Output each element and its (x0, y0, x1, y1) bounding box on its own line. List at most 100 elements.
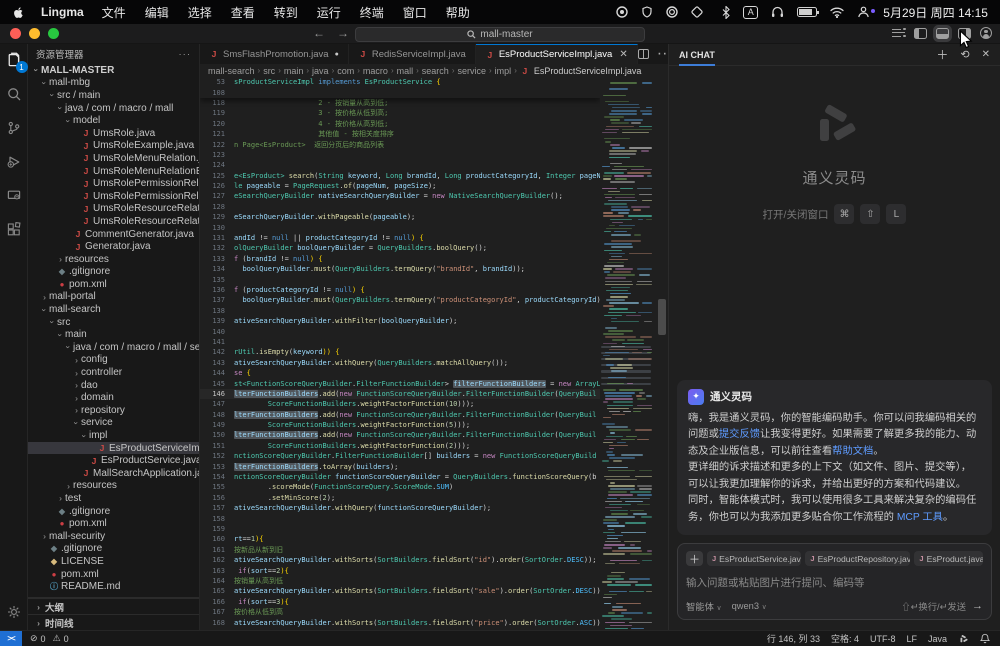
breadcrumb-file[interactable]: JEsProductServiceImpl.java (520, 66, 642, 76)
tab-SmsFlashPromotion.java[interactable]: JSmsFlashPromotion.java● (200, 44, 349, 64)
close-tab-icon[interactable]: ✕ (619, 49, 627, 60)
send-button[interactable]: → (972, 600, 983, 612)
source-control-icon[interactable] (4, 118, 24, 138)
scrollbar-thumb[interactable] (658, 299, 666, 335)
chat-link[interactable]: MCP 工具 (897, 512, 943, 523)
chat-history-icon[interactable]: ⟲ (960, 48, 969, 61)
tree-item-MallSearchApplication.java[interactable]: JMallSearchApplication.java (28, 467, 199, 480)
breadcrumb-item[interactable]: mall-search (208, 66, 255, 76)
breadcrumb-item[interactable]: main (284, 66, 304, 76)
command-center-search[interactable]: mall-master (355, 27, 645, 42)
breadcrumb-item[interactable]: mall (397, 66, 414, 76)
tree-item-domain[interactable]: ›domain (28, 391, 199, 404)
tree-item-impl[interactable]: ›impl (28, 429, 199, 442)
tree-item-UmsRoleResourceRelationExample.j...[interactable]: JUmsRoleResourceRelationExample.j... (28, 215, 199, 228)
tree-item-java---com---macro---mall---search[interactable]: ›java / com / macro / mall / search (28, 341, 199, 354)
new-chat-icon[interactable]: ＋ (936, 46, 948, 63)
language-mode[interactable]: Java (928, 634, 947, 644)
apple-logo-icon[interactable] (12, 6, 25, 19)
tree-item-pom.xml[interactable]: ●pom.xml (28, 278, 199, 291)
tree-item-controller[interactable]: ›controller (28, 366, 199, 379)
tree-item-mall-portal[interactable]: ›mall-portal (28, 291, 199, 304)
tree-item-.gitignore[interactable]: ◆.gitignore (28, 266, 199, 279)
context-chip-EsProductService.java[interactable]: JEsProductService.java (707, 551, 801, 566)
tree-item-mall-mbg[interactable]: ›mall-mbg (28, 77, 199, 90)
search-view-icon[interactable] (4, 84, 24, 104)
breadcrumb[interactable]: mall-search›src›main›java›com›macro›mall… (200, 64, 668, 77)
ai-chat-tab[interactable]: AI CHAT (679, 50, 715, 66)
tree-item-LICENSE[interactable]: ◆LICENSE (28, 555, 199, 568)
tree-item-resources[interactable]: ›resources (28, 253, 199, 266)
wifi-icon[interactable] (830, 7, 844, 18)
headphones-icon[interactable] (771, 6, 784, 18)
menu-查看[interactable]: 查看 (231, 6, 255, 20)
tab-EsProductServiceImpl.java[interactable]: JEsProductServiceImpl.java✕ (476, 44, 638, 64)
breadcrumb-item[interactable]: macro (363, 66, 388, 76)
tree-item-resources[interactable]: ›resources (28, 480, 199, 493)
remote-explorer-icon[interactable] (4, 186, 24, 206)
menu-运行[interactable]: 运行 (317, 6, 341, 20)
breadcrumb-item[interactable]: service (457, 66, 486, 76)
user-switch-icon[interactable] (857, 6, 870, 18)
chat-input-box[interactable]: ＋ JEsProductService.javaJEsProductReposi… (677, 543, 992, 620)
tree-item-README.md[interactable]: ⓘREADME.md (28, 580, 199, 593)
menu-选择[interactable]: 选择 (188, 6, 212, 20)
menu-编辑[interactable]: 编辑 (145, 6, 169, 20)
tree-item-java---com---macro---mall[interactable]: ›java / com / macro / mall (28, 102, 199, 115)
tree-item-pom.xml[interactable]: ●pom.xml (28, 568, 199, 581)
code-editor[interactable]: 53sProductServiceImpl implements EsProdu… (200, 77, 600, 630)
minimap[interactable] (600, 77, 656, 630)
breadcrumb-item[interactable]: impl (495, 66, 512, 76)
menu-终端[interactable]: 终端 (360, 6, 384, 20)
encoding-setting[interactable]: UTF-8 (870, 634, 896, 644)
bluetooth-icon[interactable] (722, 6, 730, 19)
close-window-button[interactable] (10, 28, 21, 39)
explorer-more-actions-icon[interactable]: ··· (179, 49, 192, 60)
camera-status-icon[interactable] (666, 6, 678, 18)
shield-status-icon[interactable] (641, 6, 653, 18)
customize-layout-icon[interactable] (892, 28, 905, 39)
menubar-app-name[interactable]: Lingma (41, 5, 84, 19)
tree-item-.gitignore[interactable]: ◆.gitignore (28, 543, 199, 556)
tree-item-UmsRole.java[interactable]: JUmsRole.java (28, 127, 199, 140)
tree-item-UmsRoleExample.java[interactable]: JUmsRoleExample.java (28, 140, 199, 153)
tree-item-src[interactable]: ›src (28, 316, 199, 329)
tree-item-pom.xml[interactable]: ●pom.xml (28, 517, 199, 530)
problems-indicator[interactable]: ⊘0 ⚠0 (30, 633, 69, 644)
tree-item-UmsRoleMenuRelationExample.java[interactable]: JUmsRoleMenuRelationExample.java (28, 165, 199, 178)
chat-input-placeholder[interactable]: 输入问题或粘贴图片进行提问、编码等 (686, 575, 983, 590)
chat-link[interactable]: 帮助文档 (832, 446, 873, 457)
explorer-icon[interactable]: 1 (4, 50, 24, 70)
tree-item-src---main[interactable]: ›src / main (28, 89, 199, 102)
agent-mode-dropdown[interactable]: 智能体 ∨ (686, 599, 722, 613)
tree-item-main[interactable]: ›main (28, 328, 199, 341)
context-chip-EsProduct.java[interactable]: JEsProduct.java (914, 551, 983, 566)
toggle-secondary-sidebar-icon[interactable] (958, 28, 971, 39)
battery-icon[interactable] (797, 7, 817, 17)
breadcrumb-item[interactable]: search (422, 66, 449, 76)
breadcrumb-item[interactable]: src (263, 66, 275, 76)
breadcrumb-item[interactable]: com (337, 66, 354, 76)
indentation-setting[interactable]: 空格: 4 (831, 632, 859, 645)
zoom-window-button[interactable] (48, 28, 59, 39)
menubar-clock[interactable]: 5月29日 周四 14:15 (883, 4, 988, 21)
tree-item-model[interactable]: ›model (28, 114, 199, 127)
split-editor-icon[interactable] (638, 49, 649, 59)
breadcrumb-item[interactable]: java (312, 66, 329, 76)
screen-record-status-icon[interactable] (616, 6, 628, 18)
navigate-back-button[interactable]: ← (313, 26, 325, 40)
tree-item-config[interactable]: ›config (28, 354, 199, 367)
cursor-position[interactable]: 行 146, 列 33 (767, 632, 820, 645)
tab-RedisServiceImpl.java[interactable]: JRedisServiceImpl.java (349, 44, 476, 64)
tree-item-service[interactable]: ›service (28, 417, 199, 430)
toggle-primary-sidebar-icon[interactable] (914, 28, 927, 39)
menu-帮助[interactable]: 帮助 (446, 6, 470, 20)
model-dropdown[interactable]: qwen3 ∨ (732, 601, 767, 611)
add-context-button[interactable]: ＋ (686, 551, 703, 566)
tree-item-mall-security[interactable]: ›mall-security (28, 530, 199, 543)
tree-item-UmsRolePermissionRelationExample...[interactable]: JUmsRolePermissionRelationExample... (28, 190, 199, 203)
remote-indicator[interactable]: >< (0, 631, 22, 646)
tree-item-.gitignore[interactable]: ◆.gitignore (28, 505, 199, 518)
tree-item-dao[interactable]: ›dao (28, 379, 199, 392)
editor-scrollbar[interactable] (656, 77, 668, 630)
